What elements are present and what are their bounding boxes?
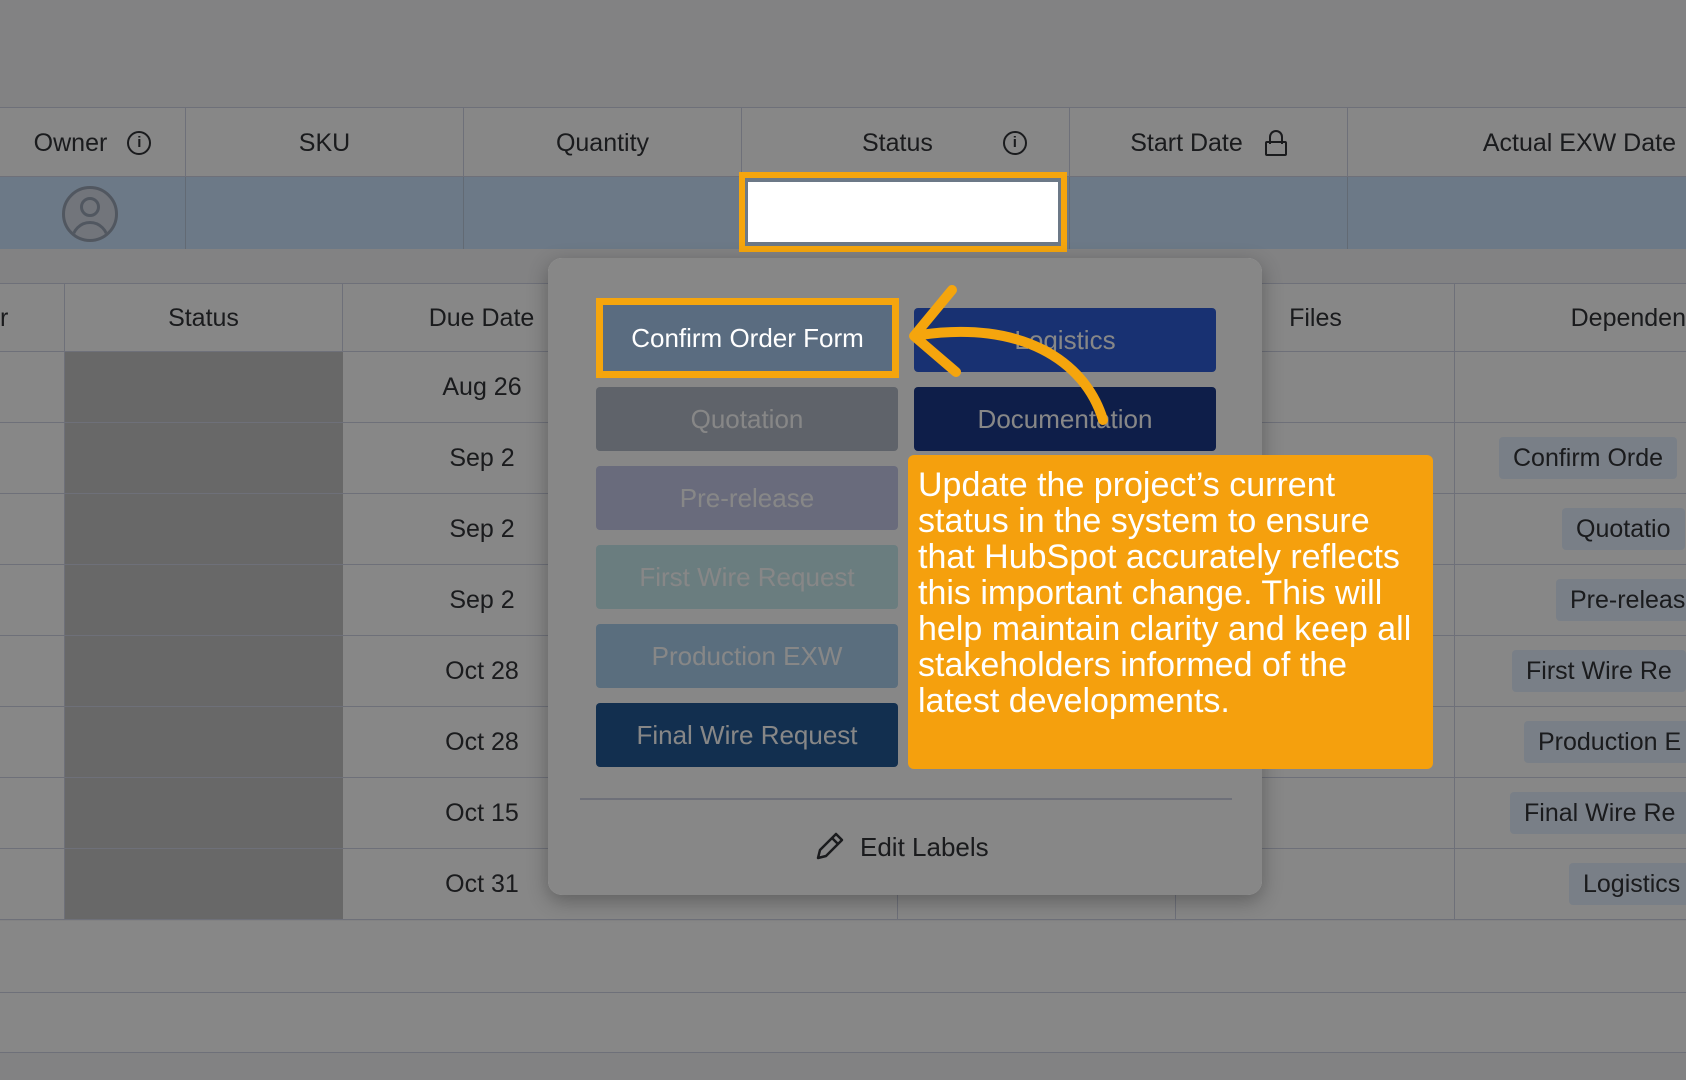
label-option-confirm-order-form-text: Confirm Order Form xyxy=(631,322,864,353)
label-option-confirm-order-form[interactable]: Confirm Order Form xyxy=(596,298,899,378)
callout-text: Update the project’s current status in t… xyxy=(918,466,1412,720)
status-cell-highlight xyxy=(739,172,1067,252)
annotation-callout: Update the project’s current status in t… xyxy=(908,455,1433,769)
annotation-arrow-icon xyxy=(909,285,1108,425)
